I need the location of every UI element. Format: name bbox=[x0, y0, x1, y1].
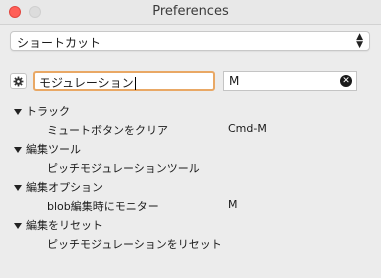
window-title: Preferences bbox=[152, 4, 229, 19]
tree-item[interactable]: ピッチモジュレーションツール bbox=[47, 160, 200, 178]
group-label: 編集ツール bbox=[26, 143, 81, 156]
gear-button[interactable] bbox=[10, 73, 27, 89]
title-bar: Preferences bbox=[0, 0, 381, 25]
key-filter-value: M bbox=[229, 74, 240, 88]
search-input-value: モジュレーション bbox=[39, 76, 134, 90]
text-caret bbox=[134, 77, 136, 90]
tree-group[interactable]: 編集オプション bbox=[14, 179, 103, 197]
item-shortcut: M bbox=[228, 198, 238, 211]
group-label: 編集をリセット bbox=[26, 219, 103, 232]
tree-item[interactable]: ピッチモジュレーションをリセット bbox=[47, 236, 222, 254]
tree-group[interactable]: トラック bbox=[14, 103, 70, 121]
disclosure-triangle-icon[interactable] bbox=[14, 185, 22, 191]
disclosure-triangle-icon[interactable] bbox=[14, 223, 22, 229]
disclosure-triangle-icon[interactable] bbox=[14, 147, 22, 153]
group-label: 編集オプション bbox=[26, 181, 103, 194]
item-label: ピッチモジュレーションをリセット bbox=[47, 238, 222, 251]
tree-group[interactable]: 編集をリセット bbox=[14, 217, 103, 235]
group-label: トラック bbox=[26, 105, 70, 118]
category-select[interactable]: ショートカット ▲ ▼ bbox=[10, 31, 370, 51]
item-shortcut: Cmd-M bbox=[228, 122, 267, 135]
disclosure-triangle-icon[interactable] bbox=[14, 109, 22, 115]
tree-group[interactable]: 編集ツール bbox=[14, 141, 81, 159]
tree-item[interactable]: ミュートボタンをクリア bbox=[47, 122, 168, 140]
gear-icon bbox=[13, 76, 24, 87]
search-input[interactable]: モジュレーション bbox=[33, 71, 215, 91]
up-down-arrows-icon: ▲ ▼ bbox=[356, 32, 363, 50]
tree-item[interactable]: blob編集時にモニター bbox=[47, 198, 159, 216]
item-label: blob編集時にモニター bbox=[47, 200, 159, 213]
key-filter-input[interactable]: M ✕ bbox=[223, 71, 357, 91]
item-label: ミュートボタンをクリア bbox=[47, 124, 168, 137]
category-select-value: ショートカット bbox=[17, 36, 102, 50]
clear-icon[interactable]: ✕ bbox=[340, 75, 352, 87]
item-label: ピッチモジュレーションツール bbox=[47, 162, 200, 175]
